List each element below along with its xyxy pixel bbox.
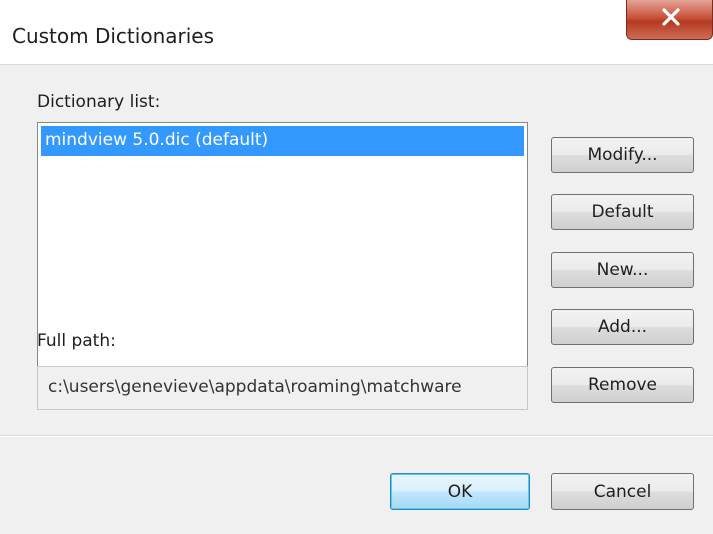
title-bar[interactable]: Custom Dictionaries [0,0,713,64]
default-button[interactable]: Default [551,194,694,230]
list-item-selected[interactable]: mindview 5.0.dic (default) [41,126,524,156]
modify-button[interactable]: Modify... [551,137,694,173]
new-button[interactable]: New... [551,252,694,288]
custom-dictionaries-dialog: Custom Dictionaries Dictionary list: min… [0,0,713,534]
full-path-label: Full path: [37,331,116,351]
full-path-field: c:\users\genevieve\appdata\roaming\match… [37,366,528,410]
remove-button[interactable]: Remove [551,367,694,403]
ok-button[interactable]: OK [390,473,530,510]
cancel-button[interactable]: Cancel [551,473,694,510]
dictionary-list-label: Dictionary list: [37,92,161,112]
dialog-title: Custom Dictionaries [12,24,215,48]
close-icon [662,8,680,26]
dialog-body: Dictionary list: mindview 5.0.dic (defau… [0,64,713,534]
footer-separator [0,435,713,437]
close-button[interactable] [626,0,713,40]
full-path-value: c:\users\genevieve\appdata\roaming\match… [48,377,462,397]
add-button[interactable]: Add... [551,309,694,345]
